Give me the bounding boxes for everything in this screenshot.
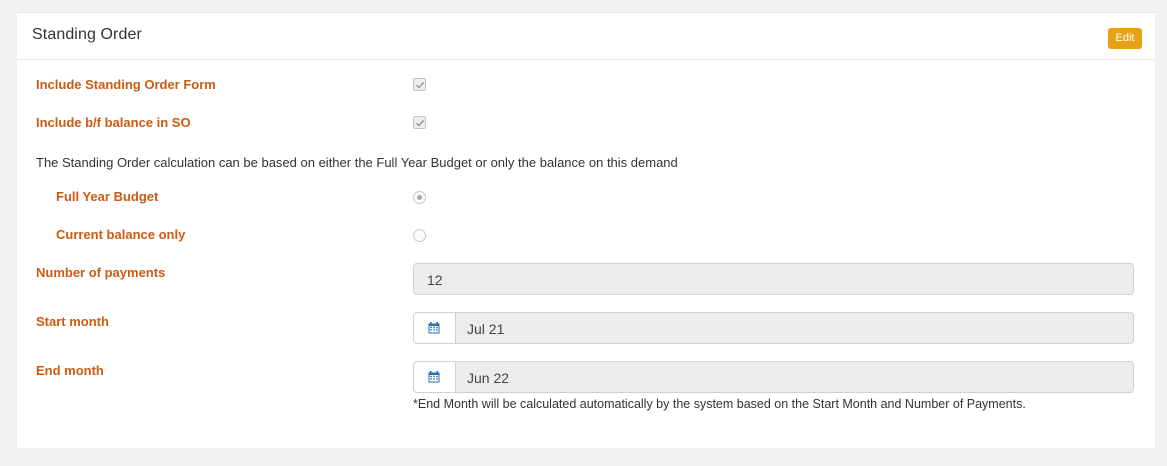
calculation-description: The Standing Order calculation can be ba… <box>36 155 678 170</box>
start-month-value: Jul 21 <box>467 321 505 337</box>
end-month-field[interactable]: Jun 22 <box>413 361 1134 393</box>
calendar-icon <box>428 322 440 334</box>
num-payments-field[interactable]: 12 <box>413 263 1134 295</box>
include-bf-label: Include b/f balance in SO <box>36 115 191 130</box>
edit-button[interactable]: Edit <box>1108 28 1142 49</box>
end-month-label: End month <box>36 363 104 378</box>
include-form-label: Include Standing Order Form <box>36 77 216 92</box>
start-month-field[interactable]: Jul 21 <box>413 312 1134 344</box>
include-bf-checkbox[interactable] <box>413 116 426 129</box>
panel-header: Standing Order Edit <box>17 13 1155 60</box>
end-month-value: Jun 22 <box>467 370 510 386</box>
calendar-icon <box>428 371 440 383</box>
end-month-note: *End Month will be calculated automatica… <box>413 397 1026 411</box>
standing-order-panel: Standing Order Edit Include Standing Ord… <box>17 12 1155 448</box>
include-form-checkbox[interactable] <box>413 78 426 91</box>
radio-selected-dot <box>417 195 422 200</box>
checkmark-icon <box>415 81 425 89</box>
start-month-calendar-button[interactable] <box>414 313 456 343</box>
end-month-calendar-button[interactable] <box>414 362 456 392</box>
full-year-budget-radio[interactable] <box>413 191 426 204</box>
full-year-budget-label: Full Year Budget <box>56 189 159 204</box>
num-payments-value: 12 <box>427 272 443 288</box>
current-balance-radio[interactable] <box>413 229 426 242</box>
checkmark-icon <box>415 119 425 127</box>
panel-title: Standing Order <box>32 26 142 43</box>
start-month-label: Start month <box>36 314 109 329</box>
current-balance-label: Current balance only <box>56 227 186 242</box>
num-payments-label: Number of payments <box>36 265 166 280</box>
